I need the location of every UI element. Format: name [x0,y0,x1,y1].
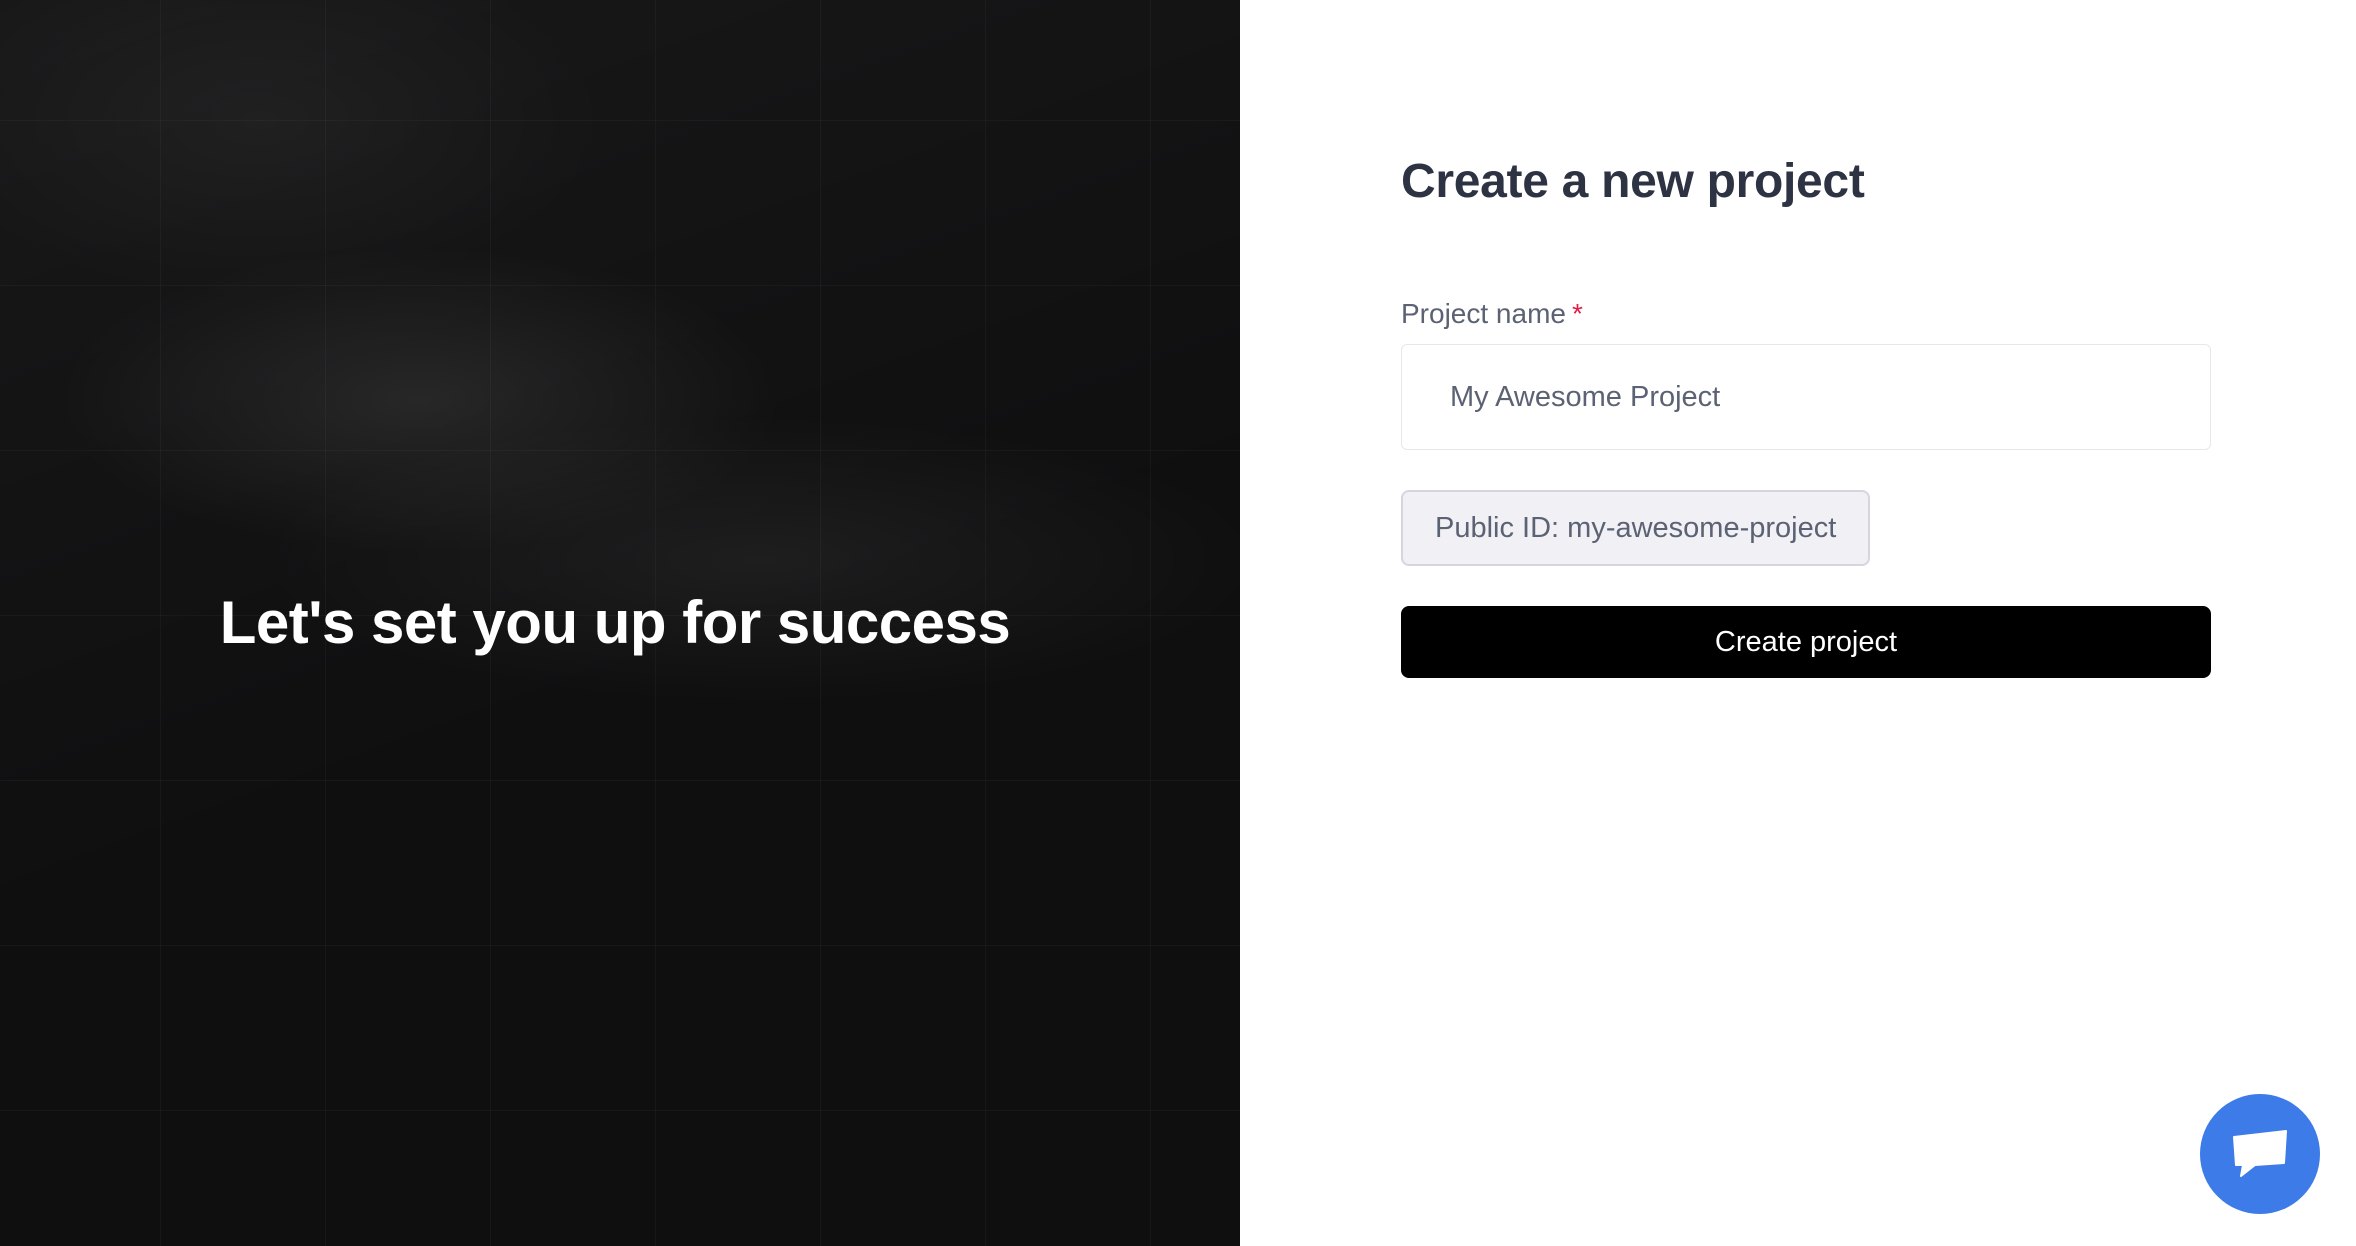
required-asterisk: * [1571,298,1583,329]
page: Let's set you up for success Create a ne… [0,0,2356,1246]
project-name-label-text: Project name [1401,298,1566,329]
project-name-input[interactable] [1401,344,2211,450]
chat-launcher-button[interactable] [2200,1094,2320,1214]
hero-title: Let's set you up for success [219,589,1011,656]
create-project-button[interactable]: Create project [1401,606,2211,678]
create-project-form-panel: Create a new project Project name* Publi… [1240,0,2356,1246]
project-name-label: Project name * [1401,296,1583,332]
form-title: Create a new project [1401,155,1865,208]
hero-panel: Let's set you up for success [0,0,1240,1246]
public-id-badge: Public ID: my-awesome-project [1401,490,1871,566]
chat-bubble-icon [2231,1128,2289,1180]
